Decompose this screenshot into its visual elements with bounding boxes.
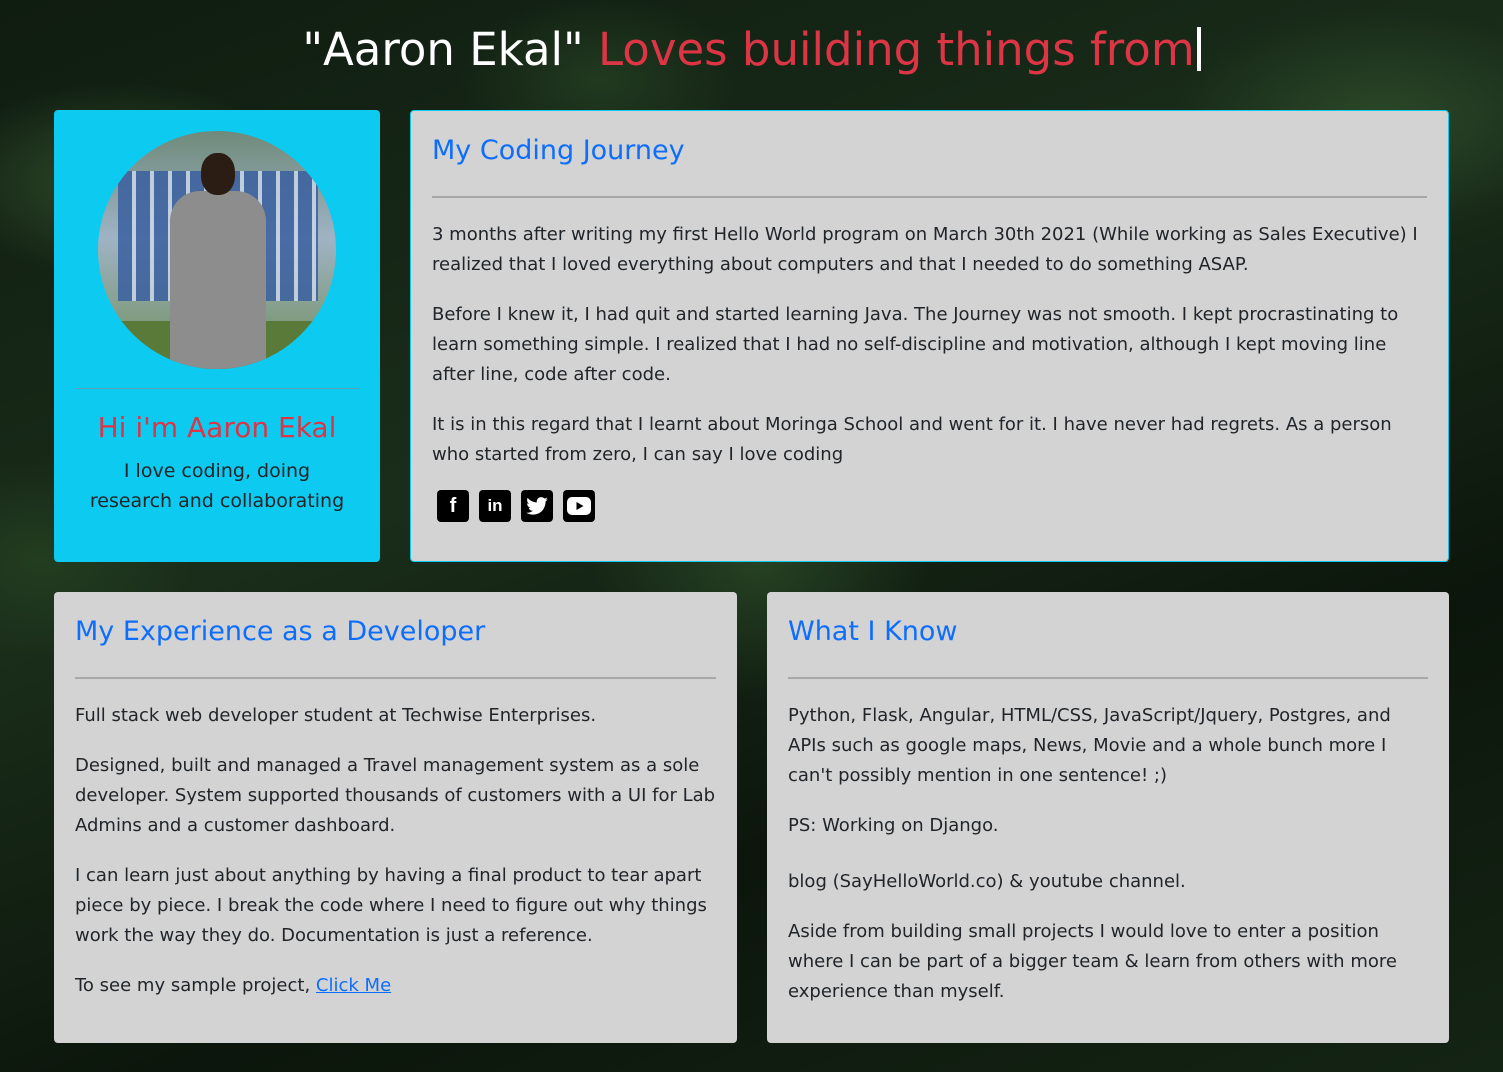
what-i-know-paragraph: blog (SayHelloWorld.co) & youtube channe… — [788, 871, 1186, 892]
sample-project-line: To see my sample project, Click Me — [75, 971, 716, 1001]
page-heading: "Aaron Ekal" Loves building things from — [0, 22, 1503, 78]
facebook-icon[interactable]: f — [437, 490, 469, 522]
what-i-know-paragraph: PS: Working on Django. — [788, 815, 999, 836]
experience-paragraph: I can learn just about anything by havin… — [75, 865, 707, 946]
experience-card: My Experience as a Developer Full stack … — [54, 592, 737, 1043]
what-i-know-divider — [788, 677, 1428, 679]
experience-paragraph: Full stack web developer student at Tech… — [75, 705, 597, 726]
youtube-icon[interactable] — [563, 490, 595, 522]
coding-journey-paragraph: 3 months after writing my first Hello Wo… — [432, 224, 1418, 275]
experience-title: My Experience as a Developer — [75, 616, 486, 647]
experience-divider — [75, 677, 716, 679]
typing-cursor — [1196, 27, 1201, 71]
coding-journey-card: My Coding Journey 3 months after writing… — [410, 110, 1449, 562]
heading-typed-text: Loves building things from — [598, 23, 1195, 76]
what-i-know-title: What I Know — [788, 616, 958, 647]
coding-journey-paragraph: Before I knew it, I had quit and started… — [432, 304, 1399, 385]
profile-tagline: I love coding, doing research and collab… — [89, 460, 345, 512]
profile-divider — [75, 388, 359, 389]
profile-greeting: Hi i'm Aaron Ekal — [97, 411, 337, 444]
sample-project-link[interactable]: Click Me — [316, 975, 391, 996]
sample-project-text: To see my sample project, — [75, 975, 316, 996]
linkedin-icon[interactable]: in — [479, 490, 511, 522]
avatar-person-body — [170, 191, 266, 369]
coding-journey-paragraph: It is in this regard that I learnt about… — [432, 414, 1392, 465]
avatar — [98, 131, 336, 369]
experience-paragraph: Designed, built and managed a Travel man… — [75, 755, 716, 836]
coding-journey-title: My Coding Journey — [432, 135, 685, 166]
profile-card: Hi i'm Aaron Ekal I love coding, doing r… — [54, 110, 380, 562]
what-i-know-card: What I Know Python, Flask, Angular, HTML… — [767, 592, 1449, 1043]
avatar-person-head — [201, 153, 235, 195]
social-links: f in — [437, 490, 1427, 522]
youtube-play-glyph — [567, 497, 591, 515]
what-i-know-paragraph: Python, Flask, Angular, HTML/CSS, JavaSc… — [788, 705, 1391, 786]
heading-name: "Aaron Ekal" — [302, 23, 584, 76]
twitter-icon[interactable] — [521, 490, 553, 522]
what-i-know-paragraph: Aside from building small projects I wou… — [788, 921, 1397, 1002]
coding-journey-divider — [432, 196, 1427, 198]
twitter-bird-glyph — [526, 497, 548, 515]
